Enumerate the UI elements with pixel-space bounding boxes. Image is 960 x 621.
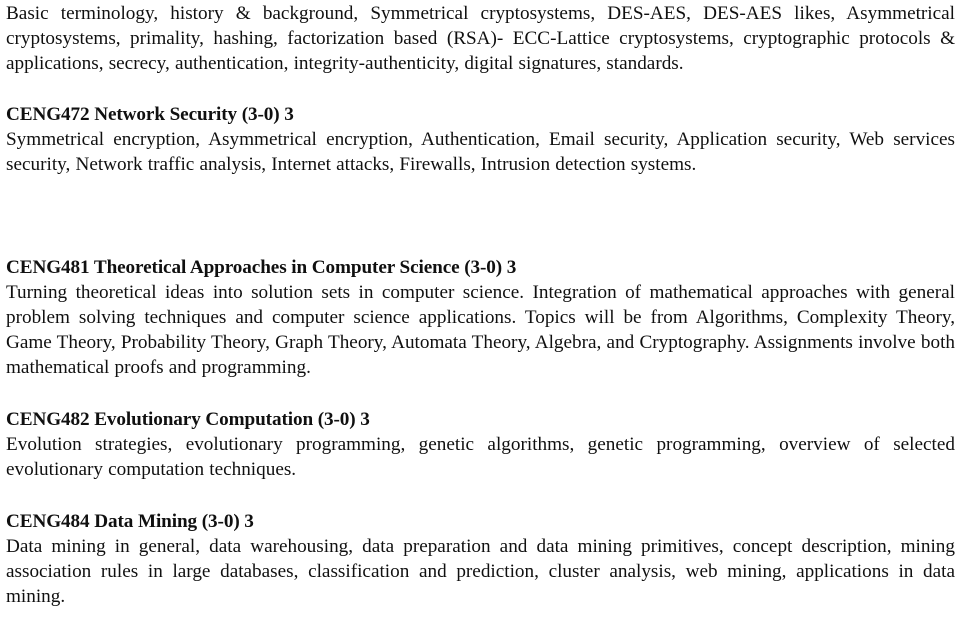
course-heading-ceng481: CENG481 Theoretical Approaches in Comput… — [6, 257, 517, 278]
course-entry-ceng482: CENG482 Evolutionary Computation (3-0) 3… — [6, 407, 955, 482]
course-description-ceng482: Evolution strategies, evolutionary progr… — [6, 434, 955, 480]
course-entry-ceng484: CENG484 Data Mining (3-0) 3 Data mining … — [6, 509, 955, 609]
course-description-ceng472: Symmetrical encryption, Asymmetrical enc… — [6, 129, 955, 175]
document-page: Basic terminology, history & background,… — [0, 0, 960, 621]
intro-paragraph: Basic terminology, history & background,… — [6, 3, 955, 74]
course-entry-ceng472: CENG472 Network Security (3-0) 3 Symmetr… — [6, 102, 955, 177]
course-heading-ceng482: CENG482 Evolutionary Computation (3-0) 3 — [6, 409, 370, 430]
course-heading-ceng484: CENG484 Data Mining (3-0) 3 — [6, 511, 254, 532]
course-heading-ceng472: CENG472 Network Security (3-0) 3 — [6, 104, 294, 125]
course-description-ceng484: Data mining in general, data warehousing… — [6, 536, 955, 607]
course-entry-ceng481: CENG481 Theoretical Approaches in Comput… — [6, 255, 955, 380]
course-description-ceng481: Turning theoretical ideas into solution … — [6, 282, 955, 378]
